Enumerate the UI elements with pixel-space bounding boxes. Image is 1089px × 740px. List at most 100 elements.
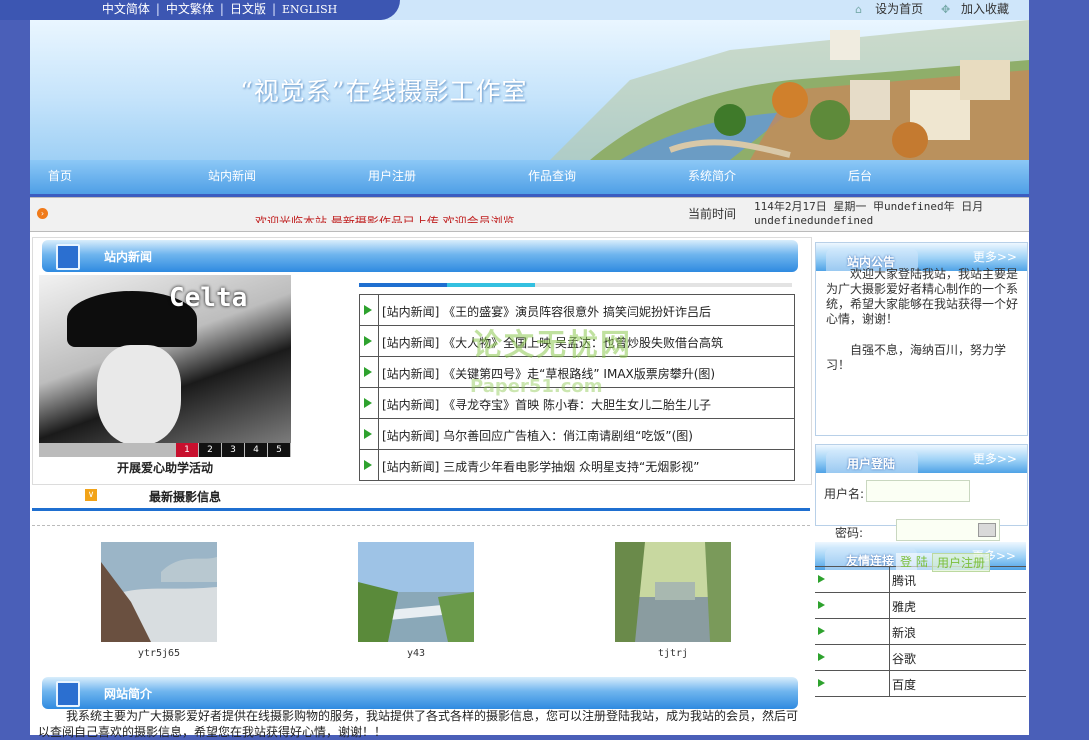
separator: | xyxy=(271,2,277,16)
photo-thumbnail xyxy=(101,542,217,642)
news-item-text: [站内新闻] 乌尔善回应广告植入：俏江南请剧组“吃饭”(图) xyxy=(382,429,693,443)
top-bar: 中文简体 | 中文繁体 | 日文版 | ENGLISH ⌂ 设为首页 ✥ 加入收藏 xyxy=(0,0,1029,20)
login-box: 用户登陆 更多>> 用户名: xyxy=(815,444,1028,526)
photo-thumbnail xyxy=(358,542,474,642)
watermark-url: Paper51.com xyxy=(470,376,603,397)
login-button[interactable]: 登 陆 xyxy=(896,553,932,570)
link-item[interactable]: 谷歌 xyxy=(815,645,1026,671)
main-nav: 首页 站内新闻 用户注册 作品查询 系统简介 后台 xyxy=(30,160,1029,197)
pager-button[interactable]: 1 xyxy=(176,443,198,457)
link-label: 谷歌 xyxy=(892,652,917,666)
photo-name: ytr5j65 xyxy=(137,648,181,659)
chevron-down-icon: ∨ xyxy=(85,489,97,501)
link-label: 百度 xyxy=(892,678,917,692)
arrow-right-icon: › xyxy=(37,208,48,219)
notice-paragraph: 自强不息，海纳百川，努力学习！ xyxy=(826,343,1007,372)
username-input[interactable] xyxy=(866,480,970,502)
link-item[interactable]: 新浪 xyxy=(815,619,1026,645)
photo-thumbnail xyxy=(615,542,731,642)
password-label: 密码: xyxy=(835,526,864,540)
time-label: 当前时间 xyxy=(688,207,737,221)
keyboard-icon[interactable] xyxy=(978,523,996,537)
password-input[interactable] xyxy=(896,519,1000,541)
pager-button[interactable]: 2 xyxy=(199,443,221,457)
photo-caption[interactable]: 开展爱心助学活动 xyxy=(39,459,291,476)
lang-traditional-chinese[interactable]: 中文繁体 xyxy=(166,0,214,19)
pager-button[interactable]: 3 xyxy=(222,443,244,457)
list-item[interactable]: [站内新闻] 三成青少年看电影学抽烟 众明星支持“无烟影视” xyxy=(360,450,794,480)
notice-paragraph: 欢迎大家登陆我站，我站主要是为广大摄影爱好者精心制作的一个系统，希望大家能够在我… xyxy=(826,267,1019,326)
lang-japanese[interactable]: 日文版 xyxy=(230,0,266,19)
monitor-icon xyxy=(56,244,80,270)
intro-header: 网站简介 xyxy=(42,677,798,709)
arrow-icon xyxy=(360,450,379,480)
link-label: 腾讯 xyxy=(892,574,917,588)
arrow-icon xyxy=(360,419,379,449)
list-item[interactable]: [站内新闻] 乌尔善回应广告植入：俏江南请剧组“吃饭”(图) xyxy=(360,419,794,450)
lang-simplified-chinese[interactable]: 中文简体 xyxy=(102,0,150,19)
photo-text: Celta xyxy=(169,283,248,313)
news-item-text: [站内新闻] 三成青少年看电影学抽烟 众明星支持“无烟影视” xyxy=(382,460,700,474)
news-item-text: [站内新闻] 《寻龙夺宝》首映 陈小春：大胆生女儿二胎生儿子 xyxy=(382,398,711,412)
nav-register[interactable]: 用户注册 xyxy=(368,160,416,192)
time-value: 114年2月17日 星期一 甲undefined年 日月undefinedund… xyxy=(754,200,984,227)
intro-header-title: 网站简介 xyxy=(104,687,153,701)
login-header-title: 用户登陆 xyxy=(847,457,896,471)
nav-works-search[interactable]: 作品查询 xyxy=(528,160,576,192)
photo-card[interactable]: y43 xyxy=(358,542,474,659)
arrow-icon xyxy=(360,326,379,356)
add-favorite-link[interactable]: 加入收藏 xyxy=(961,2,1009,16)
banner-cityscape-image xyxy=(550,20,1029,160)
login-more-link[interactable]: 更多>> xyxy=(973,450,1017,467)
site-title: “视觉系”在线摄影工作室 xyxy=(240,77,528,106)
login-header: 用户登陆 更多>> xyxy=(816,445,1027,473)
username-label: 用户名: xyxy=(824,487,865,501)
arrow-icon xyxy=(815,645,890,670)
divider xyxy=(32,508,810,511)
photo-pager: 1 2 3 4 5 xyxy=(39,443,291,457)
marquee-text: 欢迎光临本站 最新摄影作品已上传 欢迎会员浏览 xyxy=(255,215,515,223)
separator: | xyxy=(155,2,160,16)
arrow-icon xyxy=(815,671,890,696)
news-photo[interactable]: Celta xyxy=(39,275,291,457)
link-item[interactable]: 腾讯 xyxy=(815,567,1026,593)
intro-text: 我系统主要为广大摄影爱好者提供在线摄影购物的服务，我站提供了各式各样的摄影信息，… xyxy=(38,709,799,739)
photo-name: tjtrj xyxy=(657,648,689,659)
photo-face xyxy=(97,345,181,445)
latest-header-title: 最新摄影信息 xyxy=(149,490,222,504)
arrow-icon xyxy=(815,567,890,592)
set-home-link[interactable]: 设为首页 xyxy=(875,2,923,16)
photo-card[interactable]: tjtrj xyxy=(615,542,731,659)
news-item-text: [站内新闻] 《王的盛宴》演员阵容很意外 搞笑闫妮扮奸诈吕后 xyxy=(382,305,711,319)
nav-about[interactable]: 系统简介 xyxy=(688,160,736,192)
banner: “视觉系”在线摄影工作室 xyxy=(30,20,1029,160)
arrow-icon xyxy=(360,357,379,387)
page: 中文简体 | 中文繁体 | 日文版 | ENGLISH ⌂ 设为首页 ✥ 加入收藏 “视觉系”在… xyxy=(0,0,1029,739)
link-item[interactable]: 雅虎 xyxy=(815,593,1026,619)
photo-card[interactable]: ytr5j65 xyxy=(101,542,217,659)
link-item[interactable]: 百度 xyxy=(815,671,1026,697)
links-list: 腾讯 雅虎 新浪 谷歌 百度 xyxy=(815,566,1026,697)
nav-admin[interactable]: 后台 xyxy=(848,160,872,192)
notice-more-link[interactable]: 更多>> xyxy=(973,248,1017,265)
separator: | xyxy=(219,2,224,16)
pager-button[interactable]: 5 xyxy=(268,443,290,457)
news-header: 站内新闻 xyxy=(42,240,798,272)
news-progress-line xyxy=(359,283,792,287)
nav-home[interactable]: 首页 xyxy=(48,160,72,192)
home-icon: ⌂ xyxy=(855,3,863,16)
pager-button[interactable]: 4 xyxy=(245,443,267,457)
notice-box: 站内公告 更多>> 欢迎大家登陆我站，我站主要是为广大摄影爱好者精心制作的一个系… xyxy=(815,242,1028,436)
register-button[interactable]: 用户注册 xyxy=(932,553,991,572)
arrow-icon xyxy=(815,593,890,618)
monitor-icon xyxy=(56,681,80,707)
link-label: 雅虎 xyxy=(892,600,917,614)
lang-english[interactable]: ENGLISH xyxy=(282,0,337,19)
arrow-icon xyxy=(815,619,890,644)
notice-content: 欢迎大家登陆我站，我站主要是为广大摄影爱好者精心制作的一个系统，希望大家能够在我… xyxy=(826,267,1021,389)
nav-news[interactable]: 站内新闻 xyxy=(208,160,256,192)
language-switcher: 中文简体 | 中文繁体 | 日文版 | ENGLISH xyxy=(0,0,400,20)
list-item[interactable]: [站内新闻] 《王的盛宴》演员阵容很意外 搞笑闫妮扮奸诈吕后 xyxy=(360,295,794,326)
arrow-icon xyxy=(360,295,379,325)
link-label: 新浪 xyxy=(892,626,917,640)
